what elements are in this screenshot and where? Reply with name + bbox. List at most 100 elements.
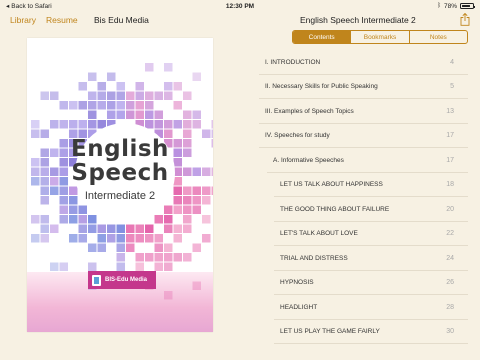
mosaic-tile xyxy=(183,215,192,224)
mosaic-tile xyxy=(154,110,163,119)
back-to-safari-label: Back to Safari xyxy=(11,2,52,10)
toc-divider xyxy=(274,343,468,344)
toc-page-number: 17 xyxy=(446,156,454,164)
toc-row[interactable]: LET US TALK ABOUT HAPPINESS 18 xyxy=(240,173,480,197)
mosaic-tile xyxy=(88,215,97,224)
battery-percent: 78% xyxy=(443,2,457,10)
mosaic-tile xyxy=(40,215,49,224)
mosaic-tile xyxy=(154,243,163,252)
toc-row[interactable]: LET US PLAY THE GAME FAIRLY 30 xyxy=(240,320,480,344)
toc-page-number: 4 xyxy=(450,58,454,66)
status-bar: ◂ Back to Safari 12:30 PM ᛒ 78% xyxy=(0,0,480,12)
toc-title: HYPNOSIS xyxy=(280,279,314,287)
mosaic-tile xyxy=(164,291,173,300)
mosaic-tile xyxy=(135,253,144,262)
status-time: 12:30 PM xyxy=(225,2,255,10)
cover-title-line2: Speech xyxy=(71,160,169,186)
mosaic-tile xyxy=(183,224,192,233)
mosaic-tile xyxy=(59,101,68,110)
mosaic-tile xyxy=(164,215,173,224)
mosaic-tile xyxy=(40,91,49,100)
toc-row[interactable]: III. Examples of Speech Topics 13 xyxy=(240,99,480,124)
mosaic-tile xyxy=(40,234,49,243)
mosaic-tile xyxy=(116,101,125,110)
mosaic-tile xyxy=(97,91,106,100)
mosaic-tile xyxy=(97,101,106,110)
mosaic-tile xyxy=(135,82,144,91)
mosaic-tile xyxy=(50,262,59,271)
mosaic-tile xyxy=(78,224,87,233)
toc-title: TRIAL AND DISTRESS xyxy=(280,254,348,262)
tab-notes[interactable]: Notes xyxy=(408,31,467,43)
toc-row[interactable]: A. Informative Speeches 17 xyxy=(240,148,480,173)
battery-fill xyxy=(461,4,471,8)
cover-title-line1: English xyxy=(71,136,169,162)
mosaic-tile xyxy=(145,101,154,110)
mosaic-tile xyxy=(154,253,163,262)
mosaic-tile xyxy=(135,234,144,243)
toc-page-number: 30 xyxy=(446,328,454,336)
toc-row[interactable]: I. INTRODUCTION 4 xyxy=(240,50,480,75)
toc-page-number: 18 xyxy=(446,181,454,189)
mosaic-tile xyxy=(126,110,135,119)
mosaic-tile xyxy=(107,234,116,243)
mosaic-tile xyxy=(173,205,182,214)
mosaic-tile xyxy=(59,215,68,224)
library-button[interactable]: Library xyxy=(10,15,36,25)
mosaic-tile xyxy=(116,243,125,252)
mosaic-tile xyxy=(69,234,78,243)
tab-contents[interactable]: Contents xyxy=(293,31,351,43)
tab-bookmarks[interactable]: Bookmarks xyxy=(350,31,408,43)
mosaic-tile xyxy=(145,63,154,72)
mosaic-tile xyxy=(135,91,144,100)
mosaic-tile xyxy=(116,262,125,271)
mosaic-tile xyxy=(183,110,192,119)
back-to-safari[interactable]: ◂ Back to Safari xyxy=(6,2,52,11)
mosaic-tile xyxy=(154,234,163,243)
mosaic-tile xyxy=(164,224,173,233)
mosaic-tile xyxy=(164,262,173,271)
mosaic-tile xyxy=(116,234,125,243)
mosaic-tile xyxy=(145,110,154,119)
toc-page-number: 28 xyxy=(446,303,454,311)
toc-row[interactable]: THE GOOD THING ABOUT FAILURE 20 xyxy=(240,197,480,222)
book-icon xyxy=(92,274,101,286)
toc-page-number: 13 xyxy=(446,107,454,115)
resume-button[interactable]: Resume xyxy=(46,15,78,25)
mosaic-tile xyxy=(78,101,87,110)
mosaic-tile xyxy=(192,205,201,214)
mosaic-tile xyxy=(88,72,97,81)
mosaic-tile xyxy=(164,205,173,214)
mosaic-tile xyxy=(78,120,87,129)
mosaic-tile xyxy=(59,262,68,271)
mosaic-tile xyxy=(164,82,173,91)
mosaic-tile xyxy=(173,101,182,110)
mosaic-tile xyxy=(116,253,125,262)
mosaic-tile xyxy=(135,101,144,110)
book-cover[interactable]: English Speech Intermediate 2 BIS-Edu Me… xyxy=(27,38,213,332)
mosaic-tile xyxy=(31,120,40,129)
mosaic-tile xyxy=(88,91,97,100)
mosaic-tile xyxy=(154,215,163,224)
mosaic-tile xyxy=(164,253,173,262)
mosaic-tile xyxy=(135,110,144,119)
mosaic-tile xyxy=(116,82,125,91)
app-title: Bis Edu Media xyxy=(94,15,149,25)
mosaic-tile xyxy=(145,253,154,262)
toc-row[interactable]: IV. Speeches for study 17 xyxy=(240,124,480,148)
mosaic-tile xyxy=(154,120,163,129)
mosaic-tile xyxy=(164,91,173,100)
mosaic-tile xyxy=(40,224,49,233)
share-icon[interactable] xyxy=(460,13,470,26)
toc-page-number: 17 xyxy=(446,132,454,140)
toc-row[interactable]: II. Necessary Skills for Public Speaking… xyxy=(240,75,480,99)
toc-row[interactable]: LET'S TALK ABOUT LOVE 22 xyxy=(240,222,480,246)
battery-icon xyxy=(460,3,475,9)
mosaic-tile xyxy=(107,91,116,100)
toc-row[interactable]: HEADLIGHT 28 xyxy=(240,295,480,320)
toc-row[interactable]: HYPNOSIS 26 xyxy=(240,271,480,295)
mosaic-tile xyxy=(173,224,182,233)
toc-row[interactable]: TRIAL AND DISTRESS 24 xyxy=(240,246,480,271)
mosaic-tile xyxy=(97,224,106,233)
bluetooth-icon: ᛒ xyxy=(437,3,441,9)
